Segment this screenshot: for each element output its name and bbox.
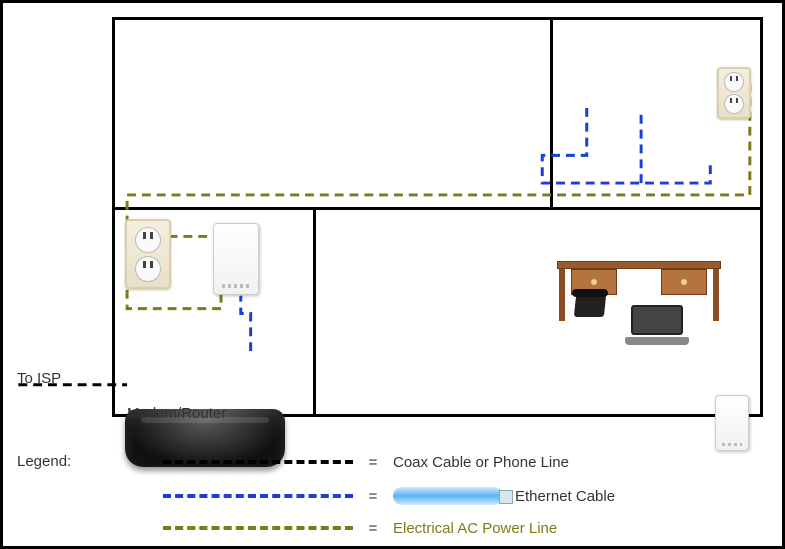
- diagram-stage: To ISP Modem/Router Legend: = Coax Cable…: [17, 17, 768, 532]
- wall: [112, 17, 763, 20]
- legend-text: Ethernet Cable: [515, 488, 615, 505]
- label-to-isp: To ISP: [17, 370, 61, 387]
- receptacle-icon: [724, 72, 744, 92]
- legend-text: Coax Cable or Phone Line: [393, 454, 569, 471]
- powerline-adapter: [715, 395, 749, 451]
- wall-outlet: [125, 219, 171, 289]
- wall-interior: [313, 207, 316, 417]
- equals-sign: =: [365, 488, 381, 505]
- ip-phone-icon: [575, 295, 605, 317]
- swatch-black-dashed: [163, 460, 353, 464]
- laptop-icon: [625, 305, 689, 345]
- legend-row-ethernet: = Ethernet Cable: [163, 483, 615, 509]
- label-modem-router: Modem/Router: [127, 405, 226, 422]
- swatch-blue-dashed: [163, 494, 353, 498]
- wall: [760, 17, 763, 417]
- powerline-adapter: [213, 223, 259, 295]
- ethernet-cable-icon: [393, 487, 503, 505]
- legend-row-coax: = Coax Cable or Phone Line: [163, 449, 569, 475]
- wall-interior: [112, 207, 763, 210]
- legend-title: Legend:: [17, 453, 71, 470]
- legend-text: Electrical AC Power Line: [393, 520, 557, 537]
- equals-sign: =: [365, 454, 381, 471]
- legend-row-ac: = Electrical AC Power Line: [163, 515, 557, 541]
- wall-outlet: [717, 67, 751, 119]
- equals-sign: =: [365, 520, 381, 537]
- swatch-olive-dashed: [163, 526, 353, 530]
- wall: [112, 17, 115, 417]
- wire-ethernet: [542, 102, 710, 183]
- wall-interior: [550, 17, 553, 210]
- receptacle-icon: [724, 94, 744, 114]
- receptacle-icon: [135, 256, 161, 282]
- receptacle-icon: [135, 227, 161, 253]
- wire-ethernet: [241, 296, 251, 351]
